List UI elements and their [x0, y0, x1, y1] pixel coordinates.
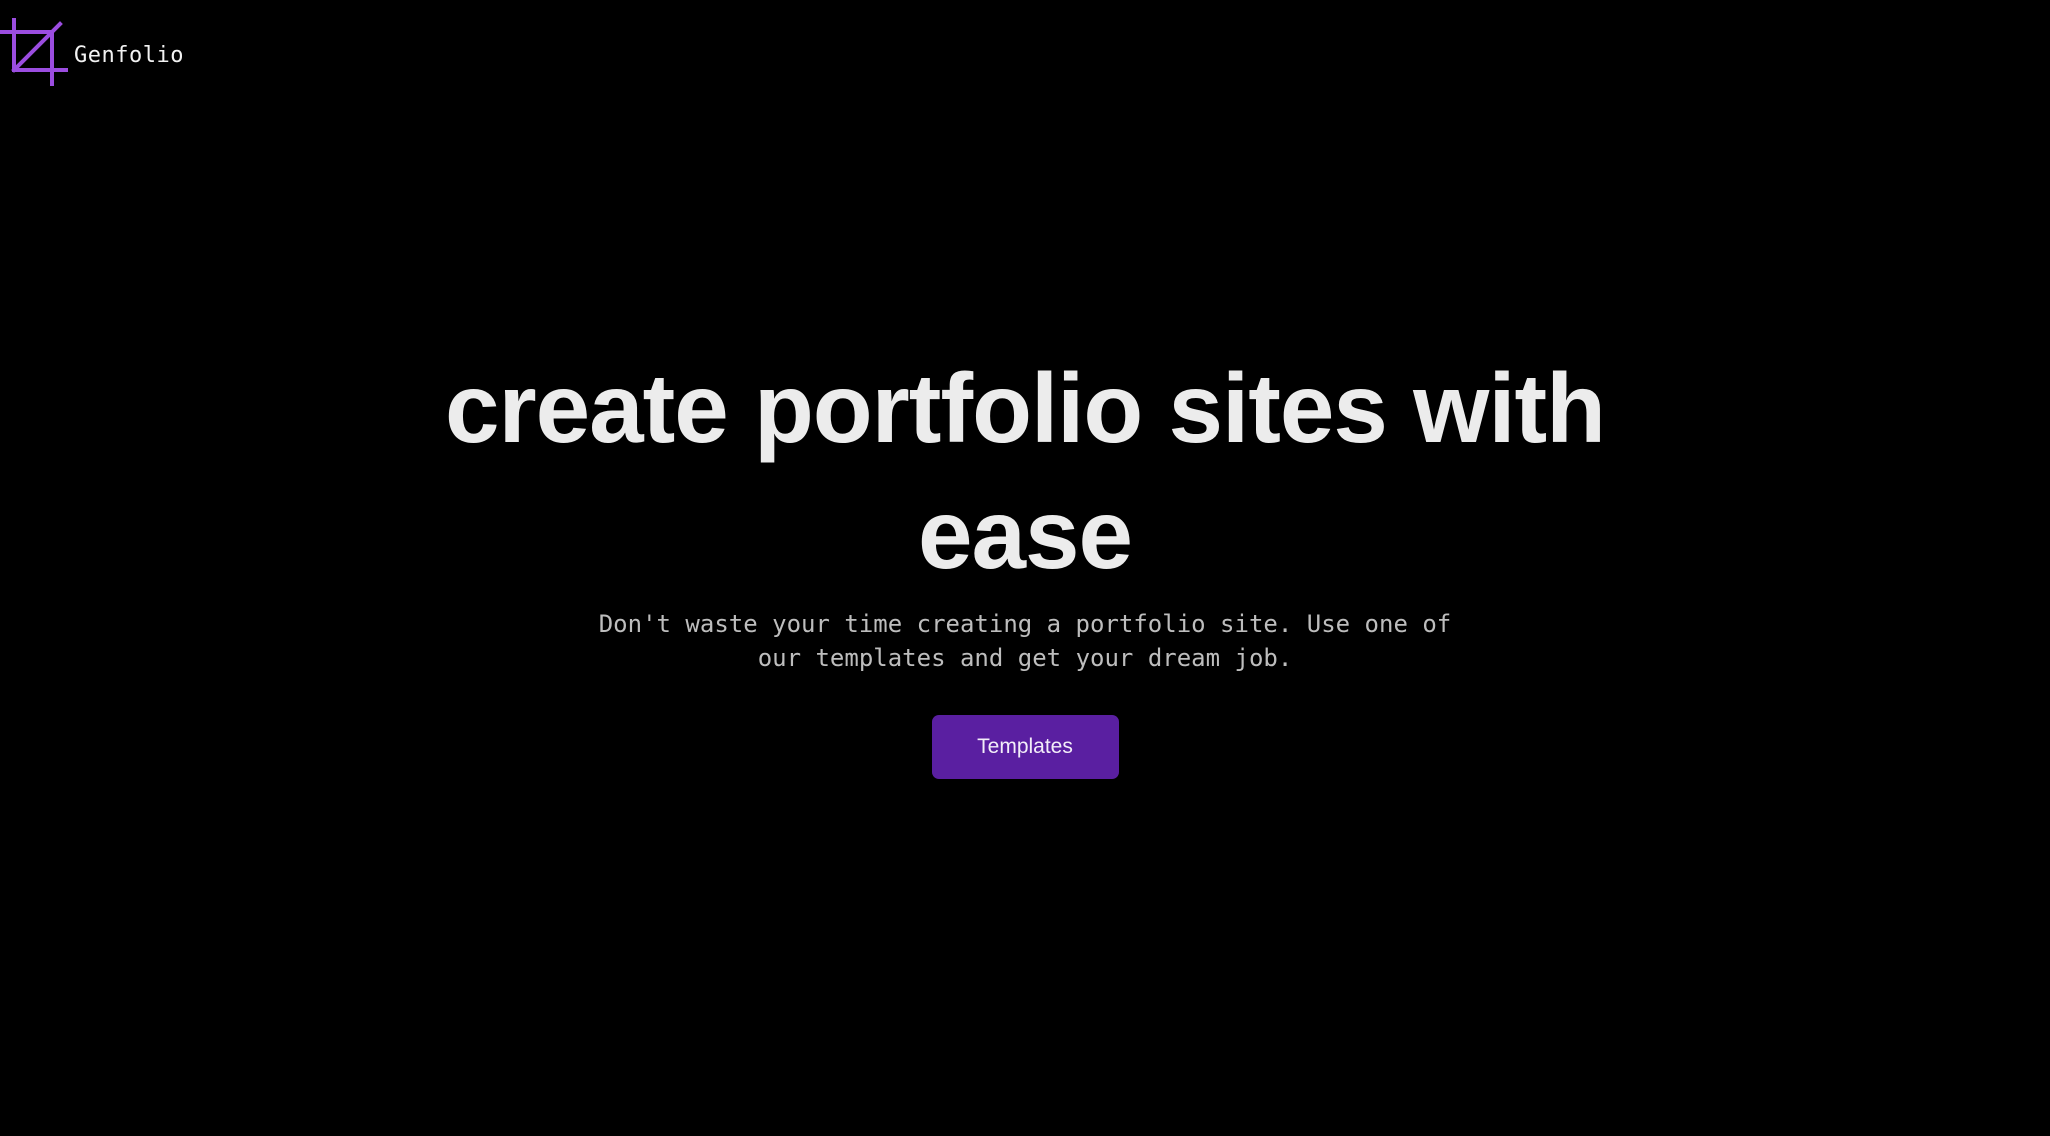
hero-headline: create portfolio sites with ease — [444, 353, 1606, 589]
crop-icon — [0, 18, 68, 86]
hero-subtitle: Don't waste your time creating a portfol… — [598, 610, 1452, 672]
site-header: Genfolio — [0, 18, 184, 88]
logo-link[interactable]: Genfolio — [0, 18, 184, 88]
hero-section: create portfolio sites with ease Don't w… — [0, 345, 2050, 779]
templates-button[interactable]: Templates — [931, 715, 1119, 779]
brand-name: Genfolio — [74, 42, 184, 68]
